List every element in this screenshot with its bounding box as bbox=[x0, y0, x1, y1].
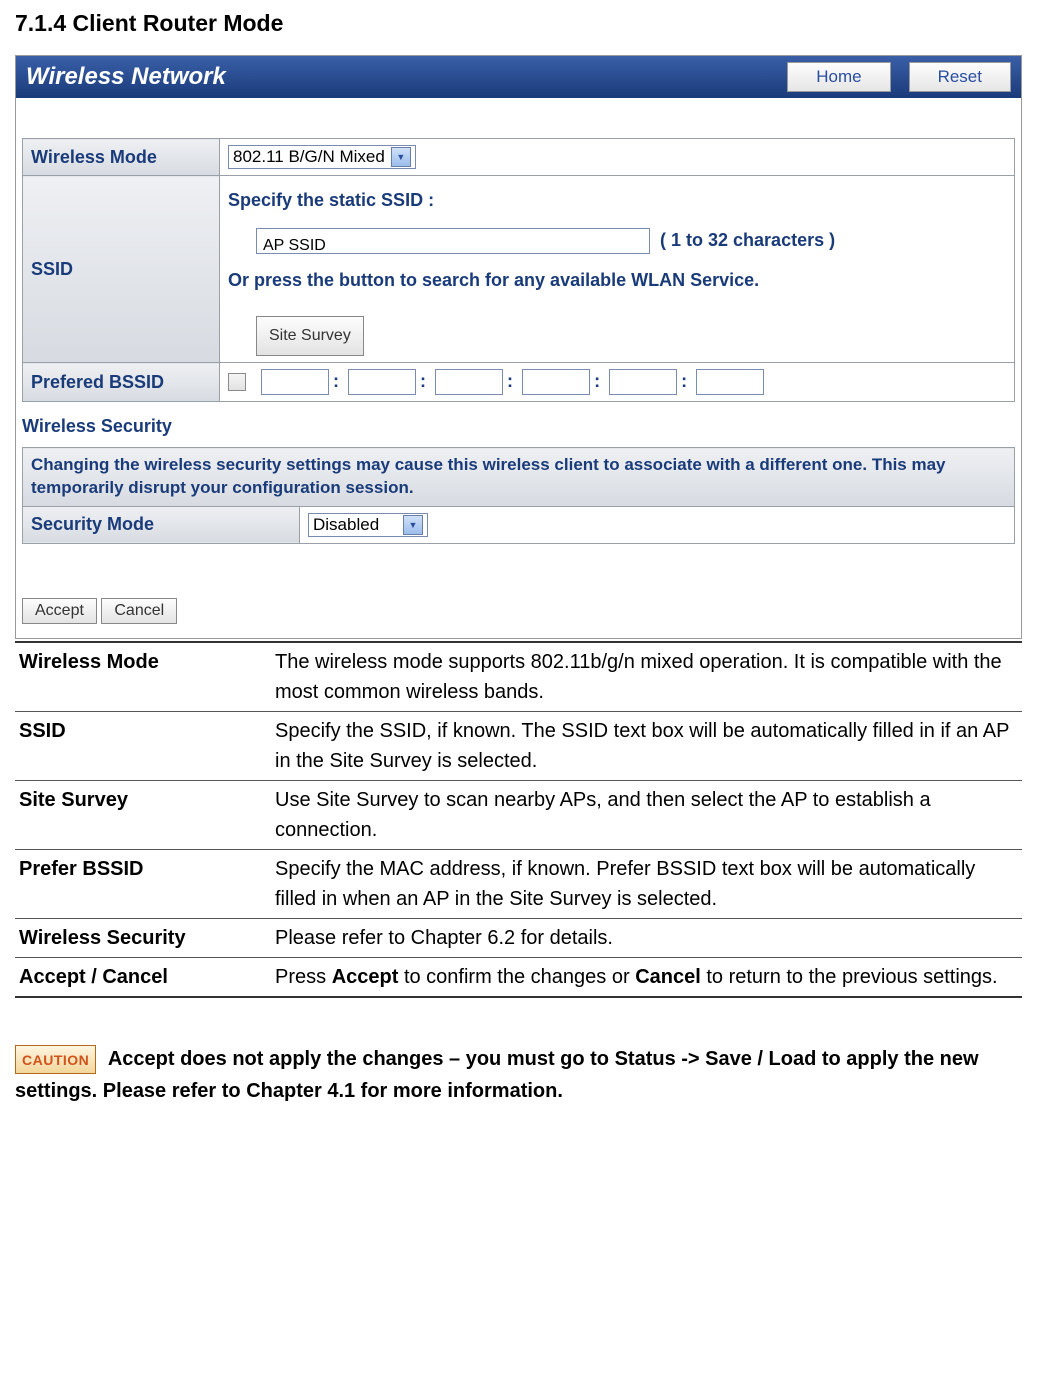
panel-title: Wireless Network bbox=[26, 63, 226, 91]
desc-term: Wireless Security bbox=[15, 918, 271, 957]
home-button[interactable]: Home bbox=[787, 62, 890, 92]
ssid-char-note: ( 1 to 32 characters ) bbox=[660, 230, 835, 250]
caution-text: Accept does not apply the changes – you … bbox=[15, 1048, 979, 1102]
chevron-down-icon: ▼ bbox=[391, 147, 411, 167]
bssid-oct-6[interactable] bbox=[696, 369, 764, 395]
wireless-security-heading: Wireless Security bbox=[22, 416, 1015, 437]
ssid-input[interactable]: AP SSID bbox=[256, 228, 650, 254]
table-row: Accept / Cancel Press Accept to confirm … bbox=[15, 957, 1022, 997]
panel-header: Wireless Network Home Reset bbox=[16, 56, 1021, 98]
reset-button[interactable]: Reset bbox=[909, 62, 1011, 92]
security-warning-text: Changing the wireless security settings … bbox=[23, 448, 1015, 507]
section-heading: 7.1.4 Client Router Mode bbox=[15, 10, 1022, 37]
desc-def: Specify the MAC address, if known. Prefe… bbox=[271, 849, 1022, 918]
desc-def: The wireless mode supports 802.11b/g/n m… bbox=[271, 642, 1022, 712]
bssid-oct-2[interactable] bbox=[348, 369, 416, 395]
desc-term: SSID bbox=[15, 711, 271, 780]
desc-term: Prefer BSSID bbox=[15, 849, 271, 918]
ssid-label: SSID bbox=[23, 176, 220, 363]
site-survey-button[interactable]: Site Survey bbox=[256, 316, 364, 356]
prefered-bssid-label: Prefered BSSID bbox=[23, 363, 220, 402]
desc-def: Specify the SSID, if known. The SSID tex… bbox=[271, 711, 1022, 780]
caution-block: CAUTION Accept does not apply the change… bbox=[15, 1043, 1022, 1107]
bssid-oct-3[interactable] bbox=[435, 369, 503, 395]
security-mode-value: Disabled bbox=[313, 515, 379, 535]
accept-button[interactable]: Accept bbox=[22, 598, 97, 624]
security-mode-select[interactable]: Disabled ▼ bbox=[308, 513, 428, 537]
desc-def: Use Site Survey to scan nearby APs, and … bbox=[271, 780, 1022, 849]
table-row: SSID Specify the SSID, if known. The SSI… bbox=[15, 711, 1022, 780]
wireless-mode-value: 802.11 B/G/N Mixed bbox=[233, 147, 385, 167]
table-row: Wireless Mode The wireless mode supports… bbox=[15, 642, 1022, 712]
ssid-or-text: Or press the button to search for any av… bbox=[228, 262, 1006, 298]
bssid-oct-5[interactable] bbox=[609, 369, 677, 395]
wireless-config-table: Wireless Mode 802.11 B/G/N Mixed ▼ SSID … bbox=[22, 138, 1015, 402]
wireless-network-panel: Wireless Network Home Reset Wireless Mod… bbox=[15, 55, 1022, 639]
bssid-checkbox[interactable] bbox=[228, 373, 246, 391]
bssid-oct-4[interactable] bbox=[522, 369, 590, 395]
description-table: Wireless Mode The wireless mode supports… bbox=[15, 641, 1022, 998]
desc-term: Wireless Mode bbox=[15, 642, 271, 712]
security-config-table: Changing the wireless security settings … bbox=[22, 447, 1015, 544]
cancel-button[interactable]: Cancel bbox=[101, 598, 177, 624]
table-row: Wireless Security Please refer to Chapte… bbox=[15, 918, 1022, 957]
table-row: Site Survey Use Site Survey to scan near… bbox=[15, 780, 1022, 849]
table-row: Prefer BSSID Specify the MAC address, if… bbox=[15, 849, 1022, 918]
security-mode-label: Security Mode bbox=[23, 506, 300, 543]
desc-def: Press Accept to confirm the changes or C… bbox=[271, 957, 1022, 997]
wireless-mode-select[interactable]: 802.11 B/G/N Mixed ▼ bbox=[228, 145, 416, 169]
bssid-oct-1[interactable] bbox=[261, 369, 329, 395]
desc-term: Accept / Cancel bbox=[15, 957, 271, 997]
caution-icon: CAUTION bbox=[15, 1045, 96, 1074]
wireless-mode-label: Wireless Mode bbox=[23, 139, 220, 176]
desc-def: Please refer to Chapter 6.2 for details. bbox=[271, 918, 1022, 957]
chevron-down-icon: ▼ bbox=[403, 515, 423, 535]
ssid-specify-text: Specify the static SSID : bbox=[228, 182, 1006, 218]
desc-term: Site Survey bbox=[15, 780, 271, 849]
